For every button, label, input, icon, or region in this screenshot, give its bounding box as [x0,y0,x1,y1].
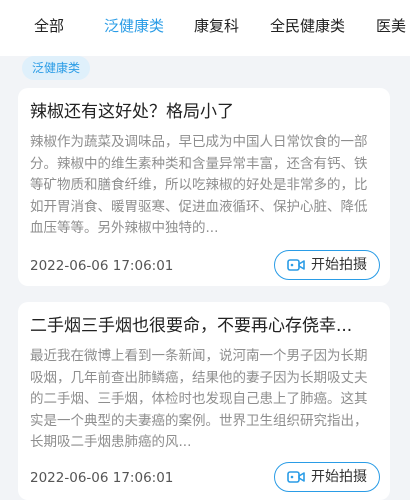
start-shooting-label: 开始拍摄 [311,469,367,485]
article-title[interactable]: 二手烟三手烟也很要命，不要再心存侥幸... [30,314,374,338]
category-tabs: 全部 泛健康类 康复科 全民健康类 医美 [0,0,410,56]
article-card[interactable]: 辣椒还有这好处？格局小了 辣椒作为蔬菜及调味品，早已成为中国人日常饮食的一部分。… [18,88,390,286]
article-summary: 最近我在微博上看到一条新闻，说河南一个男子因为长期吸烟，几年前查出肺鳞癌，结果他… [30,348,368,450]
video-camera-icon [287,471,305,483]
start-shooting-button[interactable]: 开始拍摄 [274,462,380,492]
tab-medical-beauty[interactable]: 医美 [376,15,406,37]
start-shooting-button[interactable]: 开始拍摄 [274,250,380,280]
tab-all[interactable]: 全部 [34,15,64,37]
video-camera-icon [287,259,305,271]
article-time: 2022-06-06 17:06:01 [30,258,174,274]
filter-row: 泛健康类 [0,56,410,86]
article-title[interactable]: 辣椒还有这好处？格局小了 [30,100,374,124]
tab-general-health[interactable]: 泛健康类 [104,15,164,37]
article-summary: 辣椒作为蔬菜及调味品，早已成为中国人日常饮食的一部分。辣椒中的维生素种类和含量异… [30,134,368,236]
start-shooting-label: 开始拍摄 [311,257,367,273]
tab-rehabilitation[interactable]: 康复科 [194,15,239,37]
article-card[interactable]: 二手烟三手烟也很要命，不要再心存侥幸... 最近我在微博上看到一条新闻，说河南一… [18,302,390,500]
article-time: 2022-06-06 17:06:01 [30,470,174,486]
tab-public-health[interactable]: 全民健康类 [270,15,345,37]
filter-chip[interactable]: 泛健康类 [22,56,91,80]
